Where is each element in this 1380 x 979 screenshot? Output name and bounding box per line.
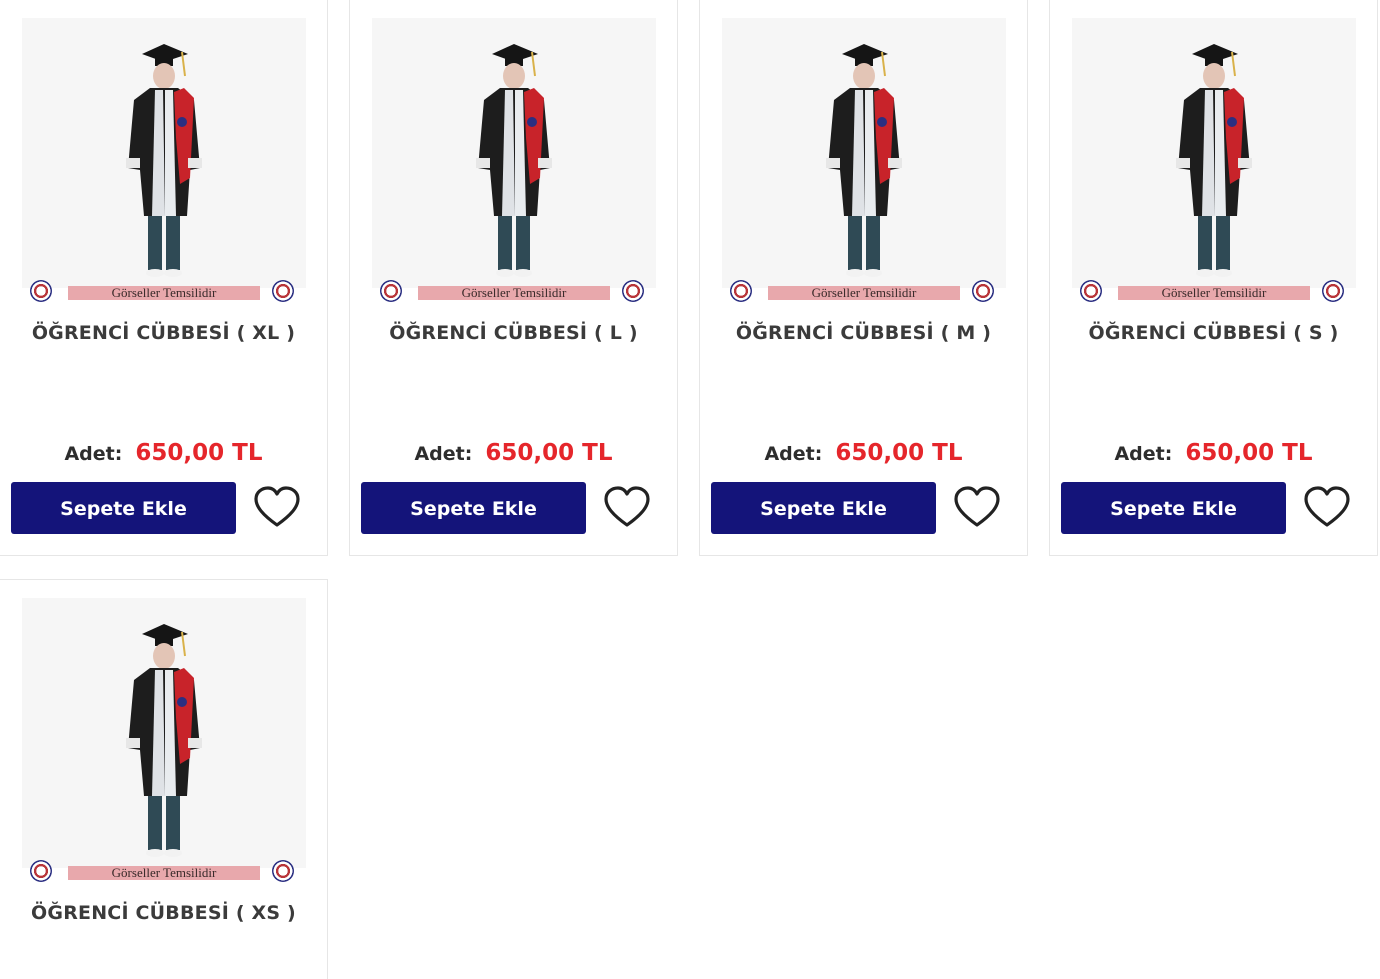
quantity-label: Adet: <box>414 443 473 465</box>
price-row: Adet: 650,00 TL <box>1050 440 1377 466</box>
price-row: Adet: 650,00 TL <box>700 440 1027 466</box>
image-caption: Görseller Temsilidir <box>68 286 260 300</box>
price-row: Adet: 650,00 TL <box>350 440 677 466</box>
add-to-cart-button[interactable]: Sepete Ekle <box>361 482 586 534</box>
product-image[interactable]: Görseller Temsilidir <box>22 18 306 306</box>
product-price: 650,00 TL <box>485 440 613 466</box>
price-row: Adet: 650,00 TL <box>0 440 327 466</box>
product-image[interactable]: Görseller Temsilidir <box>1072 18 1356 306</box>
university-seal-icon <box>972 280 994 302</box>
heart-outline-icon[interactable] <box>253 484 301 530</box>
university-seal-icon <box>380 280 402 302</box>
product-image[interactable]: Görseller Temsilidir <box>22 598 306 886</box>
product-price: 650,00 TL <box>835 440 963 466</box>
university-seal-icon <box>622 280 644 302</box>
gown-photo <box>722 18 1006 288</box>
image-caption: Görseller Temsilidir <box>418 286 610 300</box>
product-title[interactable]: ÖĞRENCİ CÜBBESİ ( XS ) <box>0 902 327 924</box>
product-price: 650,00 TL <box>1185 440 1313 466</box>
university-seal-icon <box>272 860 294 882</box>
product-image[interactable]: Görseller Temsilidir <box>372 18 656 306</box>
product-title[interactable]: ÖĞRENCİ CÜBBESİ ( L ) <box>350 322 677 344</box>
quantity-label: Adet: <box>64 443 123 465</box>
add-to-cart-button[interactable]: Sepete Ekle <box>711 482 936 534</box>
gown-photo <box>372 18 656 288</box>
product-price: 650,00 TL <box>135 440 263 466</box>
product-title[interactable]: ÖĞRENCİ CÜBBESİ ( S ) <box>1050 322 1377 344</box>
image-caption: Görseller Temsilidir <box>68 866 260 880</box>
university-seal-icon <box>30 860 52 882</box>
product-card: Görseller Temsilidir ÖĞRENCİ CÜBBESİ ( L… <box>349 0 678 556</box>
gown-photo <box>1072 18 1356 288</box>
add-to-cart-button[interactable]: Sepete Ekle <box>11 482 236 534</box>
gown-photo <box>22 598 306 868</box>
heart-outline-icon[interactable] <box>953 484 1001 530</box>
university-seal-icon <box>30 280 52 302</box>
image-banner: Görseller Temsilidir <box>1072 280 1356 306</box>
product-card: Görseller Temsilidir ÖĞRENCİ CÜBBESİ ( X… <box>0 0 328 556</box>
image-banner: Görseller Temsilidir <box>22 860 306 886</box>
image-banner: Görseller Temsilidir <box>22 280 306 306</box>
product-title[interactable]: ÖĞRENCİ CÜBBESİ ( M ) <box>700 322 1027 344</box>
image-caption: Görseller Temsilidir <box>768 286 960 300</box>
university-seal-icon <box>1322 280 1344 302</box>
gown-photo <box>22 18 306 288</box>
university-seal-icon <box>1080 280 1102 302</box>
image-banner: Görseller Temsilidir <box>722 280 1006 306</box>
add-to-cart-button[interactable]: Sepete Ekle <box>1061 482 1286 534</box>
quantity-label: Adet: <box>764 443 823 465</box>
quantity-label: Adet: <box>1114 443 1173 465</box>
product-card: Görseller Temsilidir ÖĞRENCİ CÜBBESİ ( S… <box>1049 0 1378 556</box>
university-seal-icon <box>272 280 294 302</box>
product-title[interactable]: ÖĞRENCİ CÜBBESİ ( XL ) <box>0 322 327 344</box>
image-banner: Görseller Temsilidir <box>372 280 656 306</box>
university-seal-icon <box>730 280 752 302</box>
product-card: Görseller Temsilidir ÖĞRENCİ CÜBBESİ ( M… <box>699 0 1028 556</box>
image-caption: Görseller Temsilidir <box>1118 286 1310 300</box>
product-image[interactable]: Görseller Temsilidir <box>722 18 1006 306</box>
product-card: Görseller Temsilidir ÖĞRENCİ CÜBBESİ ( X… <box>0 579 328 979</box>
heart-outline-icon[interactable] <box>603 484 651 530</box>
heart-outline-icon[interactable] <box>1303 484 1351 530</box>
